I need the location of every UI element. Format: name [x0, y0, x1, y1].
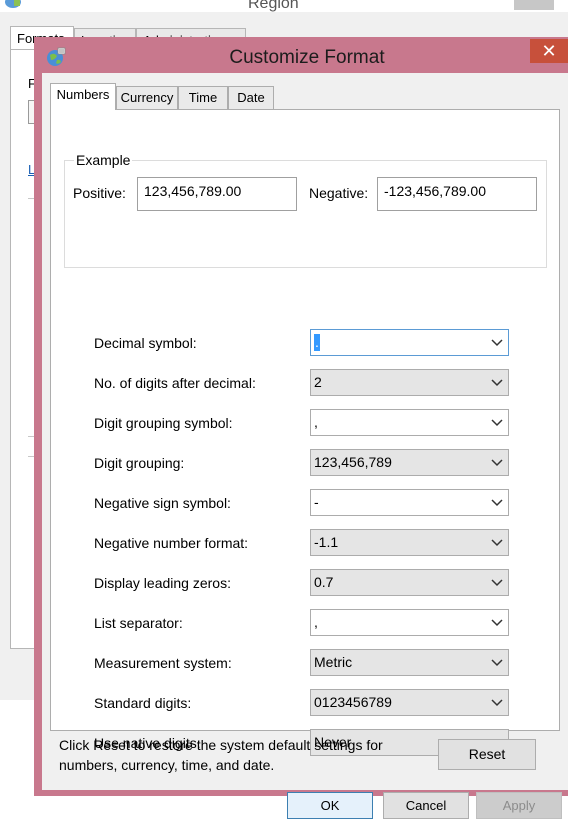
- display-leading-zeros-value: 0.7: [314, 574, 334, 590]
- decimal-symbol-value: .: [314, 334, 320, 351]
- chevron-down-icon: [491, 579, 503, 587]
- dialog-client-area: Numbers Currency Time Date Example Posit…: [42, 73, 568, 819]
- list-separator-value: ,: [314, 614, 318, 630]
- tab-time[interactable]: Time: [178, 86, 228, 110]
- digit-grouping-value: 123,456,789: [314, 454, 392, 470]
- positive-example-field: 123,456,789.00: [137, 177, 297, 211]
- apply-button[interactable]: Apply: [476, 792, 562, 819]
- measurement-system-value: Metric: [314, 654, 353, 670]
- tab-date[interactable]: Date: [228, 86, 274, 110]
- close-button[interactable]: ✕: [530, 39, 568, 63]
- chevron-down-icon: [491, 539, 503, 547]
- decimal-symbol-label: Decimal symbol:: [94, 335, 197, 351]
- measurement-system-label: Measurement system:: [94, 655, 232, 671]
- ok-button[interactable]: OK: [287, 792, 373, 819]
- customize-format-dialog: Customize Format ✕ Numbers Currency Time…: [34, 37, 568, 819]
- chevron-down-icon: [491, 379, 503, 387]
- chevron-down-icon: [491, 419, 503, 427]
- region-title: Region: [248, 0, 299, 12]
- chevron-down-icon: [491, 619, 503, 627]
- digit-grouping-symbol-combo[interactable]: ,: [310, 409, 509, 436]
- digits-after-decimal-value: 2: [314, 374, 322, 390]
- region-close-button[interactable]: [514, 0, 554, 10]
- negative-number-format-value: -1.1: [314, 534, 339, 550]
- numbers-tab-panel: Example Positive: 123,456,789.00 Negativ…: [50, 109, 560, 756]
- chevron-down-icon: [491, 339, 503, 347]
- chevron-down-icon: [491, 659, 503, 667]
- digit-grouping-symbol-label: Digit grouping symbol:: [94, 415, 233, 431]
- standard-digits-label: Standard digits:: [94, 695, 192, 711]
- digits-after-decimal-label: No. of digits after decimal:: [94, 375, 256, 391]
- negative-number-format-label: Negative number format:: [94, 535, 249, 551]
- globe-icon: [5, 0, 21, 8]
- negative-sign-symbol-combo[interactable]: -: [310, 489, 509, 516]
- measurement-system-combo[interactable]: Metric: [310, 649, 509, 676]
- chevron-down-icon: [491, 699, 503, 707]
- example-legend: Example: [74, 152, 133, 168]
- chevron-down-icon: [491, 499, 503, 507]
- reset-button[interactable]: Reset: [438, 739, 536, 770]
- reset-description: Click Reset to restore the system defaul…: [59, 737, 383, 773]
- digit-grouping-combo[interactable]: 123,456,789: [310, 449, 509, 476]
- negative-example-field: -123,456,789.00: [377, 177, 537, 211]
- negative-sign-symbol-value: -: [314, 494, 319, 510]
- digit-grouping-symbol-value: ,: [314, 414, 318, 430]
- standard-digits-combo[interactable]: 0123456789: [310, 689, 509, 716]
- list-separator-label: List separator:: [94, 615, 183, 631]
- region-titlebar: Region: [0, 0, 568, 12]
- list-separator-combo[interactable]: ,: [310, 609, 509, 636]
- decimal-symbol-combo[interactable]: .: [310, 329, 509, 356]
- tab-currency[interactable]: Currency: [116, 86, 178, 110]
- dialog-title: Customize Format: [229, 47, 385, 68]
- negative-label: Negative:: [309, 185, 369, 201]
- digits-after-decimal-combo[interactable]: 2: [310, 369, 509, 396]
- positive-label: Positive:: [73, 185, 126, 201]
- negative-sign-symbol-label: Negative sign symbol:: [94, 495, 231, 511]
- tab-numbers[interactable]: Numbers: [50, 83, 116, 110]
- display-leading-zeros-combo[interactable]: 0.7: [310, 569, 509, 596]
- chevron-down-icon: [491, 459, 503, 467]
- digit-grouping-label: Digit grouping:: [94, 455, 185, 471]
- example-groupbox: Example Positive: 123,456,789.00 Negativ…: [64, 152, 547, 268]
- cancel-button[interactable]: Cancel: [383, 792, 469, 819]
- close-icon: ✕: [541, 41, 557, 61]
- standard-digits-value: 0123456789: [314, 694, 392, 710]
- dialog-titlebar[interactable]: Customize Format ✕: [34, 37, 568, 74]
- negative-number-format-combo[interactable]: -1.1: [310, 529, 509, 556]
- display-leading-zeros-label: Display leading zeros:: [94, 575, 231, 591]
